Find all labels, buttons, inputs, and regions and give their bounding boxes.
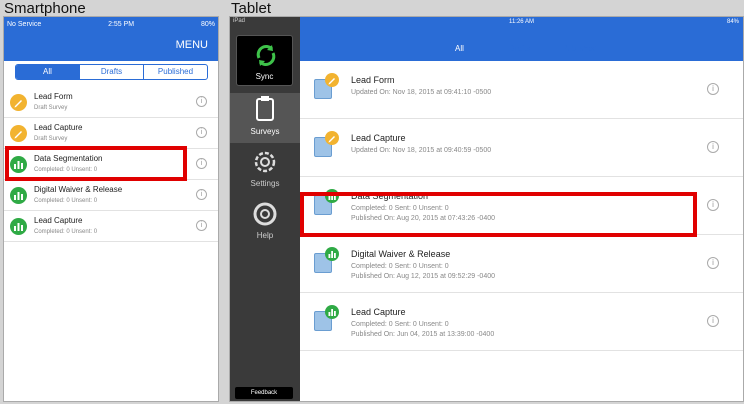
chart-icon bbox=[325, 247, 339, 261]
sync-button[interactable]: Sync bbox=[236, 35, 293, 86]
item-details: Completed: 0 Sent: 0 Unsent: 0 Published … bbox=[351, 263, 496, 280]
sync-label: Sync bbox=[255, 72, 274, 81]
tab-published[interactable]: Published bbox=[549, 42, 609, 56]
item-title: Lead Form bbox=[351, 75, 395, 85]
nav-help[interactable]: Help bbox=[230, 199, 300, 243]
chart-icon bbox=[10, 187, 27, 204]
item-title: Lead Capture bbox=[351, 133, 406, 143]
item-title: Lead Capture bbox=[351, 307, 406, 317]
tablet-device-label: iPad bbox=[233, 18, 246, 24]
chart-icon bbox=[10, 218, 27, 235]
list-item[interactable]: Lead Capture Draft Survey i bbox=[4, 118, 218, 149]
list-item[interactable]: Lead Form Updated On: Nov 18, 2015 at 09… bbox=[300, 61, 743, 119]
tablet-filter-tabs: All Drafts Published bbox=[429, 41, 610, 57]
item-title: Digital Waiver & Release bbox=[34, 185, 123, 194]
phone-filter-tabs: All Drafts Published bbox=[15, 64, 208, 80]
highlight-box-phone bbox=[5, 146, 187, 181]
tablet-label: Tablet bbox=[231, 0, 272, 17]
tablet-battery: 84% bbox=[726, 19, 739, 25]
tab-drafts[interactable]: Drafts bbox=[489, 42, 549, 56]
item-details: Updated On: Nov 18, 2015 at 09:41:10 -05… bbox=[351, 89, 492, 96]
list-item[interactable]: Lead Capture Updated On: Nov 18, 2015 at… bbox=[300, 119, 743, 177]
clock: 2:55 PM bbox=[108, 20, 135, 28]
smartphone-label: Smartphone bbox=[4, 0, 86, 17]
phone-header: No Service 2:55 PM 80% MENU bbox=[4, 17, 218, 61]
pencil-icon bbox=[325, 131, 339, 145]
item-details: Completed: 0 Sent: 0 Unsent: 0 Published … bbox=[351, 321, 495, 338]
item-subtitle: Draft Survey bbox=[34, 105, 68, 111]
highlight-box-tablet bbox=[300, 192, 697, 237]
tab-all[interactable]: All bbox=[430, 42, 489, 56]
item-title: Lead Capture bbox=[34, 216, 83, 225]
info-icon[interactable]: i bbox=[707, 315, 719, 327]
item-subtitle: Draft Survey bbox=[34, 136, 68, 142]
menu-button[interactable]: MENU bbox=[176, 39, 208, 51]
lifebuoy-icon bbox=[253, 202, 277, 226]
battery: 80% bbox=[200, 20, 215, 28]
feedback-button[interactable]: Feedback bbox=[235, 387, 293, 399]
info-icon[interactable]: i bbox=[707, 141, 719, 153]
smartphone-screen: No Service 2:55 PM 80% MENU All Drafts P… bbox=[3, 16, 219, 402]
item-subtitle: Completed: 0 Unsent: 0 bbox=[34, 229, 98, 235]
info-icon[interactable]: i bbox=[707, 83, 719, 95]
carrier: No Service bbox=[7, 20, 42, 28]
item-details: Updated On: Nov 18, 2015 at 09:40:59 -05… bbox=[351, 147, 492, 154]
nav-help-label: Help bbox=[256, 231, 274, 240]
tab-all[interactable]: All bbox=[16, 65, 79, 79]
info-icon[interactable]: i bbox=[707, 199, 719, 211]
pencil-icon bbox=[325, 73, 339, 87]
info-icon[interactable]: i bbox=[196, 220, 207, 231]
item-title: Lead Capture bbox=[34, 123, 83, 132]
tablet-clock: 11:26 AM bbox=[509, 19, 534, 25]
nav-surveys[interactable]: Surveys bbox=[230, 93, 300, 143]
tab-published[interactable]: Published bbox=[143, 65, 207, 79]
list-item[interactable]: Digital Waiver & Release Completed: 0 Un… bbox=[4, 180, 218, 211]
item-title: Digital Waiver & Release bbox=[351, 249, 451, 259]
info-icon[interactable]: i bbox=[196, 189, 207, 200]
phone-status-bar: No Service 2:55 PM 80% bbox=[4, 17, 218, 31]
list-item[interactable]: Lead Capture Completed: 0 Sent: 0 Unsent… bbox=[300, 293, 743, 351]
list-item[interactable]: Digital Waiver & Release Completed: 0 Se… bbox=[300, 235, 743, 293]
item-subtitle: Completed: 0 Unsent: 0 bbox=[34, 198, 98, 204]
nav-settings[interactable]: Settings bbox=[230, 147, 300, 191]
clipboard-icon bbox=[256, 96, 274, 121]
nav-settings-label: Settings bbox=[250, 179, 280, 188]
tablet-sidebar: iPad Sync Surveys Settings Help Feedback bbox=[230, 17, 300, 401]
sync-icon bbox=[256, 45, 276, 66]
pencil-icon bbox=[10, 125, 27, 142]
info-icon[interactable]: i bbox=[196, 96, 207, 107]
info-icon[interactable]: i bbox=[707, 257, 719, 269]
list-item[interactable]: Lead Form Draft Survey i bbox=[4, 87, 218, 118]
list-item[interactable]: Lead Capture Completed: 0 Unsent: 0 i bbox=[4, 211, 218, 242]
tab-drafts[interactable]: Drafts bbox=[79, 65, 143, 79]
info-icon[interactable]: i bbox=[196, 127, 207, 138]
pencil-icon bbox=[10, 94, 27, 111]
gear-icon bbox=[254, 151, 276, 173]
info-icon[interactable]: i bbox=[196, 158, 207, 169]
nav-surveys-label: Surveys bbox=[250, 127, 280, 136]
item-title: Lead Form bbox=[34, 92, 73, 101]
chart-icon bbox=[325, 305, 339, 319]
